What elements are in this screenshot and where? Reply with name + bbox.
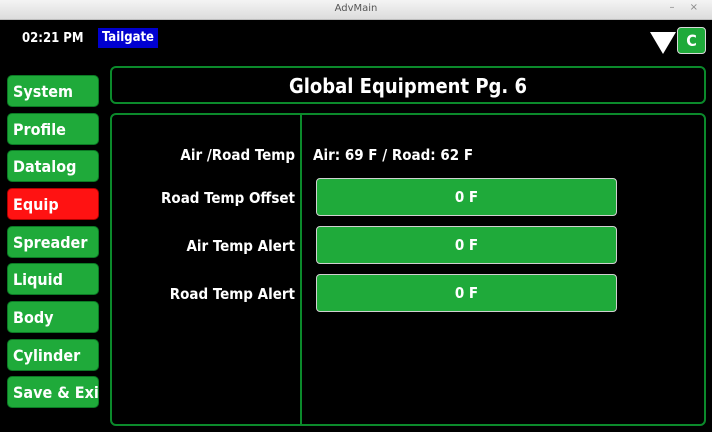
mode-badge: Tailgate (98, 28, 158, 48)
road-temp-alert-button[interactable]: 0 F (316, 274, 617, 312)
sidebar-item-save-exit[interactable]: Save & Exit (7, 376, 99, 408)
air-road-temp-value: Air: 69 F / Road: 62 F (313, 146, 474, 164)
window-controls[interactable]: – × (669, 2, 704, 13)
panel-divider (300, 115, 302, 426)
sidebar-item-system[interactable]: System (7, 75, 99, 107)
sidebar-item-datalog[interactable]: Datalog (7, 150, 99, 182)
air-temp-alert-label: Air Temp Alert (186, 237, 295, 255)
sidebar-item-spreader[interactable]: Spreader (7, 226, 99, 258)
window-titlebar: AdvMain – × (0, 0, 712, 20)
sidebar-item-equip[interactable]: Equip (7, 188, 99, 220)
status-bar: 02:21 PM Tailgate C (0, 20, 712, 58)
road-temp-alert-label: Road Temp Alert (169, 285, 295, 303)
window-title: AdvMain (334, 3, 378, 14)
signal-indicator-icon (650, 32, 676, 54)
c-button[interactable]: C (677, 27, 706, 54)
sidebar-item-cylinder[interactable]: Cylinder (7, 339, 99, 371)
air-road-temp-label: Air /Road Temp (180, 146, 295, 164)
sidebar-item-body[interactable]: Body (7, 301, 99, 333)
page-header: Global Equipment Pg. 6 (110, 66, 706, 104)
road-temp-offset-label: Road Temp Offset (161, 189, 295, 207)
sidebar-item-liquid[interactable]: Liquid (7, 263, 99, 295)
sidebar-item-profile[interactable]: Profile (7, 113, 99, 145)
air-temp-alert-button[interactable]: 0 F (316, 226, 617, 264)
clock-time: 02:21 PM (22, 31, 84, 46)
page-title: Global Equipment Pg. 6 (288, 74, 528, 98)
road-temp-offset-button[interactable]: 0 F (316, 178, 617, 216)
